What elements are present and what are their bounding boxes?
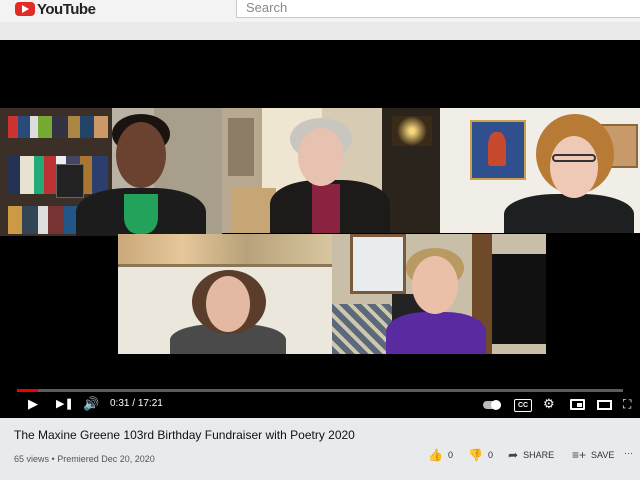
search-input[interactable]: Search [236, 0, 640, 18]
save-label: SAVE [591, 450, 615, 460]
thumbs-up-icon: 👍 [428, 448, 443, 462]
participant-2-head [298, 128, 344, 186]
share-label: SHARE [523, 450, 555, 460]
video-title: The Maxine Greene 103rd Birthday Fundrai… [14, 428, 355, 442]
time-display: 0:31 / 17:21 [110, 398, 163, 409]
participant-1-head [116, 122, 166, 188]
progress-bar[interactable] [17, 389, 623, 392]
share-button[interactable]: ➦ SHARE [508, 448, 554, 462]
wall-painting [470, 120, 526, 180]
save-button[interactable]: ≡+ SAVE [572, 448, 614, 462]
meta-separator: • [51, 454, 55, 464]
video-player[interactable]: ▶ ▶❚ 🔊 0:31 / 17:21 CC ⚙ ⛶ [0, 40, 640, 418]
video-tile-3 [440, 108, 640, 233]
theater-icon[interactable] [597, 400, 612, 410]
time-separator: / [132, 398, 136, 409]
youtube-logo[interactable]: YouTube [15, 0, 96, 18]
like-count: 0 [447, 450, 453, 460]
search-placeholder: Search [246, 0, 288, 15]
participant-3-body [504, 194, 634, 233]
duration: 17:21 [137, 398, 163, 409]
dislike-button[interactable]: 👎 0 [468, 448, 493, 462]
like-button[interactable]: 👍 0 [428, 448, 453, 462]
video-tile-5 [332, 234, 546, 354]
video-tile-2 [222, 108, 440, 233]
cc-button[interactable]: CC [514, 399, 532, 412]
premiere-date: Premiered Dec 20, 2020 [57, 454, 155, 464]
gear-icon[interactable]: ⚙ [543, 396, 555, 412]
participant-3-head [550, 136, 598, 198]
more-actions-button[interactable]: ··· [624, 448, 633, 458]
fullscreen-icon[interactable]: ⛶ [623, 396, 631, 412]
thumbs-down-icon: 👎 [468, 448, 483, 462]
volume-icon[interactable]: 🔊 [83, 396, 99, 412]
masthead: YouTube Search [0, 0, 640, 22]
share-icon: ➦ [508, 448, 519, 462]
playlist-add-icon: ≡+ [572, 448, 587, 462]
video-tile-1 [0, 108, 222, 236]
logo-text: YouTube [37, 0, 96, 18]
more-icon: ··· [624, 448, 633, 458]
play-icon[interactable]: ▶ [28, 396, 38, 412]
participant-5-head [412, 256, 458, 314]
participant-4-head [206, 276, 250, 332]
progress-bar-fill [17, 389, 38, 392]
view-count: 65 views [14, 454, 50, 464]
participant-5-body [386, 312, 486, 354]
video-tile-4 [118, 234, 332, 354]
dislike-count: 0 [487, 450, 493, 460]
autoplay-toggle-icon[interactable] [483, 400, 501, 410]
video-meta: 65 views • Premiered Dec 20, 2020 [14, 454, 155, 464]
next-icon[interactable]: ▶❚ [56, 396, 74, 412]
miniplayer-icon[interactable] [570, 399, 585, 410]
youtube-play-icon [15, 2, 35, 16]
current-time: 0:31 [110, 398, 130, 409]
